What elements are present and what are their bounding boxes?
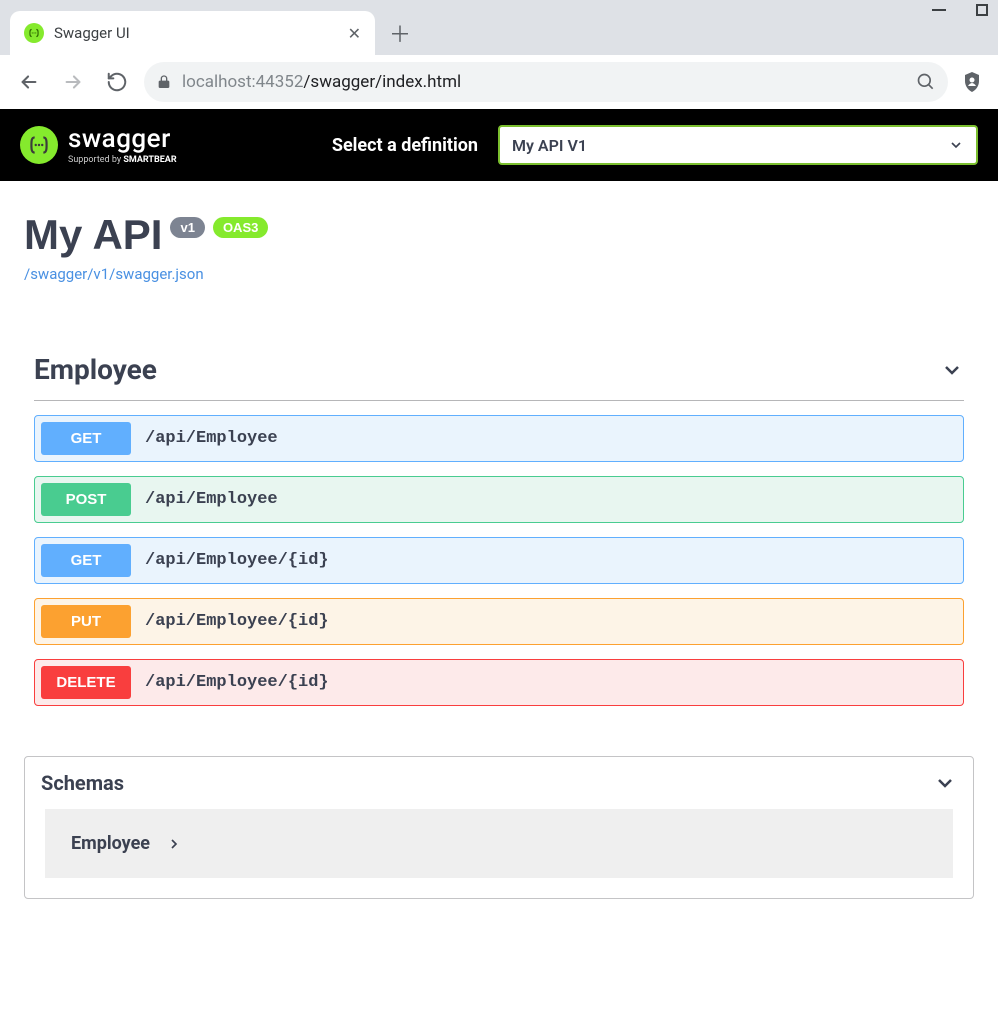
api-title-row: My API v1 OAS3 bbox=[24, 211, 974, 259]
tab-title: Swagger UI bbox=[54, 24, 338, 42]
method-badge: PUT bbox=[41, 605, 131, 638]
tab-strip: Swagger UI ✕ ＋ bbox=[0, 0, 998, 55]
operation-row[interactable]: GET/api/Employee/{id} bbox=[34, 537, 964, 584]
swagger-topbar: swagger Supported by SMARTBEAR Select a … bbox=[0, 109, 998, 181]
operation-row[interactable]: GET/api/Employee bbox=[34, 415, 964, 462]
schemas-header[interactable]: Schemas bbox=[25, 757, 973, 809]
method-badge: DELETE bbox=[41, 666, 131, 699]
chevron-down-icon bbox=[940, 358, 964, 382]
url-host: localhost bbox=[182, 72, 252, 92]
operation-row[interactable]: DELETE/api/Employee/{id} bbox=[34, 659, 964, 706]
method-badge: POST bbox=[41, 483, 131, 516]
tag-section: Employee GET/api/EmployeePOST/api/Employ… bbox=[34, 343, 964, 706]
schemas-section: Schemas Employee bbox=[24, 756, 974, 899]
operation-path: /api/Employee/{id} bbox=[145, 612, 329, 631]
operation-row[interactable]: POST/api/Employee bbox=[34, 476, 964, 523]
tag-name: Employee bbox=[34, 353, 157, 386]
tag-header[interactable]: Employee bbox=[34, 343, 964, 401]
oas-badge: OAS3 bbox=[213, 217, 268, 238]
definition-select[interactable]: My API V1 bbox=[498, 125, 978, 165]
method-badge: GET bbox=[41, 544, 131, 577]
url-text: localhost:44352/swagger/index.html bbox=[182, 72, 461, 92]
api-title: My API bbox=[24, 211, 162, 259]
operation-path: /api/Employee/{id} bbox=[145, 551, 329, 570]
zoom-icon[interactable] bbox=[916, 72, 936, 92]
reload-button[interactable] bbox=[100, 65, 134, 99]
swagger-favicon-icon bbox=[24, 23, 44, 43]
close-tab-icon[interactable]: ✕ bbox=[348, 24, 361, 43]
maximize-icon[interactable] bbox=[976, 4, 988, 16]
swagger-page: My API v1 OAS3 /swagger/v1/swagger.json … bbox=[0, 181, 998, 929]
api-info: My API v1 OAS3 /swagger/v1/swagger.json bbox=[24, 211, 974, 283]
forward-button[interactable] bbox=[56, 65, 90, 99]
operation-path: /api/Employee bbox=[145, 490, 278, 509]
swagger-logo-text: swagger Supported by SMARTBEAR bbox=[68, 126, 177, 165]
schemas-title: Schemas bbox=[41, 771, 124, 795]
address-bar[interactable]: localhost:44352/swagger/index.html bbox=[144, 62, 948, 102]
new-tab-button[interactable]: ＋ bbox=[385, 18, 415, 48]
url-path: /swagger/index.html bbox=[303, 72, 461, 92]
url-port: :44352 bbox=[252, 72, 304, 92]
chevron-right-icon bbox=[166, 836, 182, 852]
schema-row[interactable]: Employee bbox=[45, 809, 953, 878]
operation-row[interactable]: PUT/api/Employee/{id} bbox=[34, 598, 964, 645]
lock-icon bbox=[156, 74, 172, 90]
spec-link[interactable]: /swagger/v1/swagger.json bbox=[24, 265, 204, 283]
operations-list: GET/api/EmployeePOST/api/EmployeeGET/api… bbox=[34, 415, 964, 706]
logo-main-text: swagger bbox=[68, 126, 177, 152]
browser-chrome: Swagger UI ✕ ＋ localhost:44352/swagger/i… bbox=[0, 0, 998, 109]
method-badge: GET bbox=[41, 422, 131, 455]
browser-toolbar: localhost:44352/swagger/index.html bbox=[0, 55, 998, 109]
swagger-logo-icon bbox=[20, 126, 58, 164]
chevron-down-icon bbox=[933, 771, 957, 795]
swagger-logo[interactable]: swagger Supported by SMARTBEAR bbox=[20, 126, 177, 165]
back-button[interactable] bbox=[12, 65, 46, 99]
window-controls bbox=[932, 4, 988, 16]
operation-path: /api/Employee bbox=[145, 429, 278, 448]
browser-tab[interactable]: Swagger UI ✕ bbox=[10, 11, 375, 55]
schemas-body: Employee bbox=[25, 809, 973, 878]
definition-selected-value: My API V1 bbox=[512, 136, 587, 155]
logo-sub-text: Supported by SMARTBEAR bbox=[68, 156, 177, 165]
operation-path: /api/Employee/{id} bbox=[145, 673, 329, 692]
chevron-down-icon bbox=[948, 137, 964, 153]
minimize-icon[interactable] bbox=[932, 9, 946, 11]
profile-avatar-icon[interactable] bbox=[958, 68, 986, 96]
schema-name: Employee bbox=[71, 833, 150, 854]
definition-select-label: Select a definition bbox=[332, 135, 478, 156]
api-version-badge: v1 bbox=[170, 217, 204, 238]
